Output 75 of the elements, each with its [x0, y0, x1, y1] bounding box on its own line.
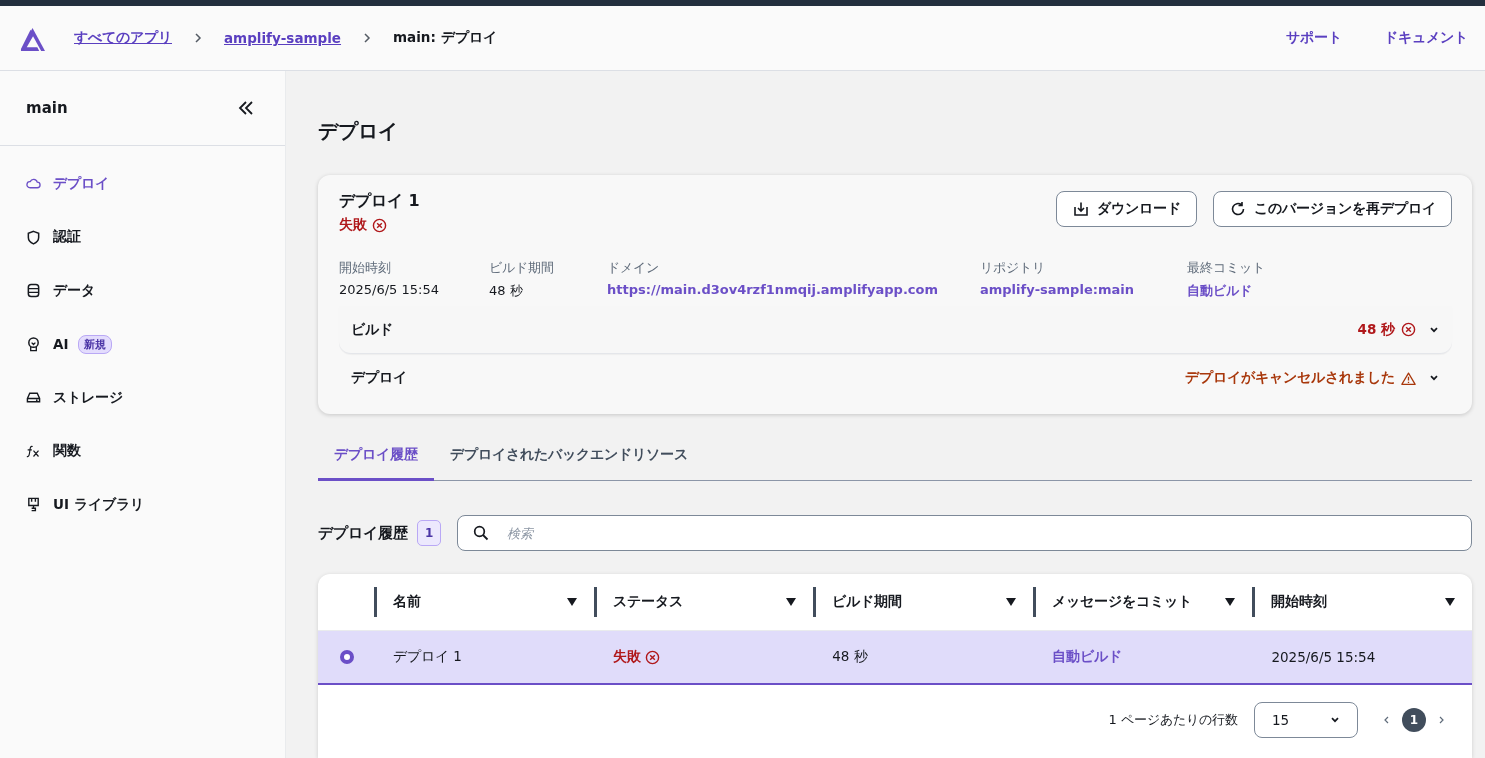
tab[interactable]: デプロイ履歴 [318, 436, 434, 481]
step-row[interactable]: ビルド 48 秒 [339, 306, 1452, 354]
detail-label: 最終コミット [1187, 259, 1265, 277]
step-name: デプロイ [351, 369, 407, 387]
plug-icon [26, 497, 41, 513]
status-text: 失敗 [339, 216, 367, 234]
table-link[interactable]: 自動ビルド [1051, 648, 1122, 664]
radio-button[interactable] [340, 650, 354, 664]
database-icon [26, 283, 41, 299]
download-icon [1073, 201, 1089, 217]
logo-icon [18, 25, 47, 51]
sort-icon [1444, 597, 1456, 607]
search-icon [473, 525, 490, 541]
page-button[interactable]: 1 [1402, 708, 1426, 732]
breadcrumb-current: main: デプロイ [393, 29, 497, 47]
sidebar-item[interactable]: UI ライブラリ [26, 478, 285, 532]
function-icon [26, 443, 41, 459]
new-badge: 新規 [78, 334, 113, 354]
table-cell: 2025/6/5 15:54 [1271, 649, 1376, 665]
error-icon [644, 649, 660, 665]
detail-label: ドメイン [607, 259, 660, 277]
download-button[interactable]: ダウンロード [1056, 191, 1197, 227]
rows-per-page-label: 1 ページあたりの行数 [1108, 711, 1238, 729]
sidebar-item[interactable]: 認証 [26, 210, 285, 264]
lightbulb-icon [26, 336, 41, 352]
error-icon [1401, 322, 1416, 337]
sidebar-item[interactable]: デプロイ [26, 157, 285, 211]
sidebar-title: main [26, 99, 68, 117]
table-cell: 48 秒 [832, 648, 868, 664]
error-icon [372, 217, 387, 233]
detail-label: 開始時刻 [339, 259, 392, 277]
chevron-icon [192, 32, 204, 44]
sidebar-item[interactable]: データ [26, 264, 285, 318]
count-badge: 1 [417, 520, 442, 546]
double-chevron-icon [237, 100, 255, 116]
detail-value: 2025/6/5 15:54 [339, 282, 440, 297]
header-link[interactable]: サポート [1286, 29, 1342, 47]
sidebar-item[interactable]: AI [26, 336, 69, 353]
page-title: デプロイ [318, 118, 399, 145]
table-row[interactable]: デプロイ 1 失敗 48 秒 自動ビルド 2025/6/5 15:54 [318, 631, 1472, 685]
detail-label: ビルド期間 [489, 259, 555, 277]
step-name: ビルド [351, 320, 393, 339]
section-title: デプロイ履歴 [318, 523, 408, 543]
detail-value: 48 秒 [489, 282, 524, 300]
sort-icon [785, 597, 798, 607]
sidebar-item[interactable]: ストレージ [26, 371, 285, 425]
sidebar-item[interactable]: 関数 [26, 424, 285, 478]
redeploy-button[interactable]: このバージョンを再デプロイ [1213, 191, 1452, 227]
warning-icon [1401, 370, 1416, 386]
table-cell: デプロイ 1 [393, 648, 462, 664]
breadcrumb-link[interactable]: amplify-sample [224, 30, 342, 46]
column-header[interactable]: 名前 [393, 593, 421, 611]
detail-link[interactable]: amplify-sample:main [980, 282, 1134, 297]
column-header[interactable]: 開始時刻 [1271, 593, 1328, 611]
sort-icon [1224, 597, 1237, 607]
step-status: デプロイがキャンセルされました [1185, 369, 1395, 387]
sort-icon [1004, 597, 1017, 607]
shield-icon [26, 229, 41, 245]
header-link[interactable]: ドキュメント [1384, 29, 1468, 47]
detail-link[interactable]: 自動ビルド [1187, 283, 1252, 298]
column-header[interactable]: ビルド期間 [832, 593, 903, 611]
page-size-select[interactable]: 15 [1254, 702, 1358, 738]
step-row[interactable]: デプロイ デプロイがキャンセルされました [339, 354, 1452, 402]
breadcrumb-link[interactable]: すべてのアプリ [74, 29, 172, 47]
search-field[interactable]: 検索 [457, 515, 1472, 551]
detail-link[interactable]: https://main.d3ov4rzf1nmqij.amplifyapp.com [607, 282, 938, 297]
detail-label: リポジトリ [980, 259, 1046, 277]
column-header[interactable]: ステータス [612, 593, 683, 611]
status-text: 失敗 [612, 648, 641, 666]
tab[interactable]: デプロイされたバックエンドリソース [434, 436, 704, 481]
step-status: 48 秒 [1357, 320, 1395, 339]
refresh-icon [1230, 201, 1246, 217]
sort-icon [565, 597, 578, 607]
column-header[interactable]: メッセージをコミット [1051, 593, 1192, 611]
deployment-title: デプロイ 1 [339, 191, 420, 212]
